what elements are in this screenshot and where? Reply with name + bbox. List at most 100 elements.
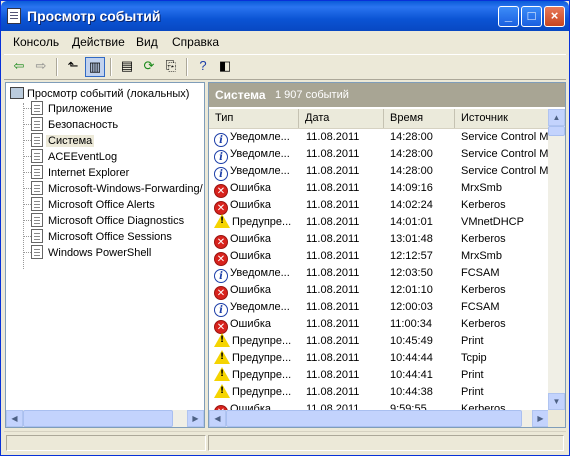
event-type-cell: ! Предупре... (214, 350, 299, 367)
event-row[interactable]: i Уведомле... 11.08.2011 14:28:00 Service Co… (209, 146, 549, 164)
tree-connector (23, 103, 24, 269)
log-icon (31, 101, 43, 115)
tree-item-application[interactable]: Приложение (31, 101, 115, 117)
menu-console[interactable]: Консоль (13, 35, 59, 49)
event-type-label: Ошибка (230, 250, 271, 262)
maximize-button[interactable]: □ (521, 6, 542, 27)
event-time-cell: 10:44:44 (390, 352, 433, 364)
event-time-cell: 12:00:03 (390, 301, 433, 313)
refresh-icon[interactable]: ⟳ (139, 57, 159, 77)
event-type-label: Ошибка (230, 284, 271, 296)
scroll-thumb[interactable] (226, 410, 522, 427)
event-row[interactable]: ! Предупре... 11.08.2011 10:44:38 Print (209, 384, 549, 401)
event-type-cell: ! Предупре... (214, 367, 299, 384)
tree-connector (23, 252, 31, 253)
event-row[interactable]: ✕ Ошибка 11.08.2011 14:02:24 Kerberos (209, 197, 549, 215)
tree-item-internet-explorer[interactable]: Internet Explorer (31, 165, 131, 181)
tree-item-office-alerts[interactable]: Microsoft Office Alerts (31, 197, 157, 213)
event-row[interactable]: ✕Ошибка 11.08.2011 9:59:55 Kerberos (209, 401, 549, 410)
event-time-cell: 10:44:38 (390, 386, 433, 398)
close-button[interactable]: × (544, 6, 565, 27)
column-header-type[interactable]: Тип (209, 109, 299, 128)
list-vertical-scrollbar[interactable]: ▲ ▼ (548, 109, 565, 410)
tree-item-system[interactable]: Система (31, 133, 95, 149)
event-type-cell: ✕Ошибка (214, 248, 299, 266)
log-icon (31, 229, 43, 243)
title-bar[interactable]: Просмотр событий _ □ × (1, 1, 569, 31)
help-icon[interactable]: ? (193, 57, 213, 77)
minimize-button[interactable]: _ (498, 6, 519, 27)
event-date-cell: 11.08.2011 (306, 284, 360, 296)
event-source-cell: Kerberos (461, 403, 506, 410)
properties-icon[interactable]: ▤ (117, 57, 137, 77)
log-title: Система (215, 88, 266, 102)
event-row[interactable]: ✕ Ошибка 11.08.2011 11:00:34 Kerberos (209, 316, 549, 334)
tree-pane[interactable]: Просмотр событий (локальных) Приложение … (5, 82, 205, 428)
error-icon: ✕ (214, 252, 228, 266)
menu-help[interactable]: Справка (172, 35, 219, 49)
tree-item-office-diagnostics[interactable]: Microsoft Office Diagnostics (31, 213, 186, 229)
show-hide-tree-icon[interactable]: ▥ (85, 57, 105, 77)
status-panel (6, 435, 206, 451)
column-header-source[interactable]: Источник (455, 109, 549, 128)
event-time-cell: 14:01:01 (390, 216, 433, 228)
event-source-cell: Service Control Ma (461, 148, 549, 160)
scroll-thumb[interactable] (548, 126, 565, 136)
info-icon: i (214, 133, 228, 147)
event-date-cell: 11.08.2011 (306, 318, 360, 330)
tree-item-office-sessions[interactable]: Microsoft Office Sessions (31, 229, 174, 245)
forward-icon[interactable]: ⇨ (31, 57, 51, 77)
event-type-cell: ✕Ошибка (214, 282, 299, 300)
scroll-thumb[interactable] (23, 410, 173, 427)
event-type-cell: ! Предупре... (214, 333, 299, 350)
status-panel (208, 435, 564, 451)
event-time-cell: 12:01:10 (390, 284, 433, 296)
scroll-right-icon[interactable]: ▶ (532, 410, 549, 427)
event-time-cell: 14:28:00 (390, 165, 433, 177)
event-row[interactable]: i Уведомле... 11.08.2011 14:28:00 Service Co… (209, 129, 549, 147)
column-header-time[interactable]: Время (384, 109, 455, 128)
tree-item-aceeventlog[interactable]: ACEEventLog (31, 149, 119, 165)
event-row[interactable]: ✕ Ошибка 11.08.2011 12:12:57 MrxSmb (209, 248, 549, 266)
export-icon[interactable]: ⎘ (161, 57, 181, 77)
event-row[interactable]: ! Предупре... 11.08.2011 10:44:41 Print (209, 367, 549, 384)
tree-horizontal-scrollbar[interactable]: ◀ ▶ (6, 410, 204, 427)
event-row[interactable]: i Уведомле... 11.08.2011 14:28:00 Service Co… (209, 163, 549, 181)
event-row[interactable]: ! Предупре... 11.08.2011 10:44:44 Tcpip (209, 350, 549, 367)
scroll-left-icon[interactable]: ◀ (6, 410, 23, 427)
tree-item-windows-forwarding[interactable]: Microsoft-Windows-Forwarding/ (31, 181, 204, 197)
event-rows: i Уведомле... 11.08.2011 14:28:00 Service Co… (209, 129, 549, 410)
scroll-left-icon[interactable]: ◀ (209, 410, 226, 427)
event-row[interactable]: ✕ Ошибка 11.08.2011 14:09:16 MrxSmb (209, 180, 549, 198)
warning-icon: ! (214, 214, 230, 228)
column-header-date[interactable]: Дата (299, 109, 384, 128)
event-source-cell: Print (461, 369, 484, 381)
event-row[interactable]: ✕ Ошибка 11.08.2011 13:01:48 Kerberos (209, 231, 549, 249)
up-icon[interactable]: ⬑ (63, 57, 83, 77)
list-horizontal-scrollbar[interactable]: ◀ ▶ (209, 410, 549, 427)
scroll-up-icon[interactable]: ▲ (548, 109, 565, 126)
event-row[interactable]: ✕ Ошибка 11.08.2011 12:01:10 Kerberos (209, 282, 549, 300)
event-time-cell: 11:00:34 (390, 318, 433, 330)
event-type-label: Предупре... (232, 369, 292, 381)
event-row[interactable]: ! Предупре... 11.08.2011 10:45:49 Print (209, 333, 549, 350)
event-type-cell: i Уведомле... (214, 146, 299, 164)
event-row[interactable]: ! Предупре... 11.08.2011 14:01:01 VMnetDHCP (209, 214, 549, 231)
event-row[interactable]: i Уведомле... 11.08.2011 12:03:50 FCSAM (209, 265, 549, 283)
event-type-label: Предупре... (232, 216, 292, 228)
tree-item-powershell[interactable]: Windows PowerShell (31, 245, 153, 261)
event-row[interactable]: i Уведомле... 11.08.2011 12:00:03 FCSAM (209, 299, 549, 317)
scroll-right-icon[interactable]: ▶ (187, 410, 204, 427)
error-icon: ✕ (214, 320, 228, 334)
menu-view[interactable]: Вид (136, 35, 158, 49)
show-hide-action-pane-icon[interactable]: ◧ (215, 57, 235, 77)
tree-item-security[interactable]: Безопасность (31, 117, 120, 133)
menu-action[interactable]: Действие (72, 35, 125, 49)
event-time-cell: 9:59:55 (390, 403, 427, 410)
error-icon: ✕ (214, 184, 228, 198)
log-icon (31, 197, 43, 211)
tree-root[interactable]: Просмотр событий (локальных) (10, 87, 189, 100)
scroll-down-icon[interactable]: ▼ (548, 393, 565, 410)
event-source-cell: Tcpip (461, 352, 487, 364)
back-icon[interactable]: ⇦ (9, 57, 29, 77)
